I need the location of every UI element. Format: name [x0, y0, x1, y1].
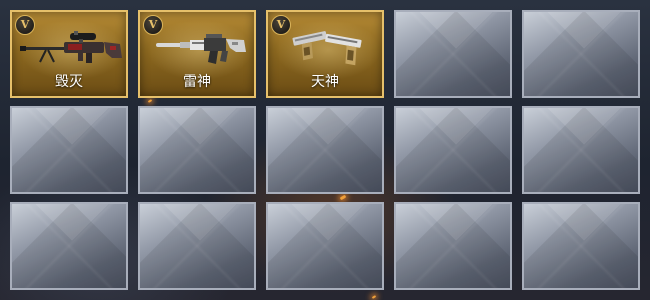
- empty-weapon-slot[interactable]: [522, 10, 640, 98]
- empty-weapon-slot[interactable]: [266, 202, 384, 290]
- empty-weapon-slot[interactable]: [394, 10, 512, 98]
- empty-weapon-slot[interactable]: [522, 202, 640, 290]
- weapon-slot-1[interactable]: V 毁灭: [10, 10, 128, 98]
- vip-badge-icon: V: [271, 15, 291, 35]
- weapon-name-label: 毁灭: [55, 74, 83, 90]
- empty-weapon-slot[interactable]: [522, 106, 640, 194]
- empty-weapon-slot[interactable]: [138, 106, 256, 194]
- empty-weapon-slot[interactable]: [10, 202, 128, 290]
- weapon-name-label: 雷神: [183, 74, 211, 90]
- vip-badge-icon: V: [15, 15, 35, 35]
- empty-weapon-slot[interactable]: [394, 202, 512, 290]
- weapon-slot-2[interactable]: V 雷神: [138, 10, 256, 98]
- vip-badge-icon: V: [143, 15, 163, 35]
- weapon-name-label: 天神: [311, 74, 339, 90]
- empty-weapon-slot[interactable]: [138, 202, 256, 290]
- empty-weapon-slot[interactable]: [394, 106, 512, 194]
- weapon-slot-3[interactable]: V 天神: [266, 10, 384, 98]
- ember-particle: [371, 295, 377, 299]
- weapon-inventory-grid: V 毁灭 V 雷神 V 天神: [10, 10, 640, 290]
- empty-weapon-slot[interactable]: [10, 106, 128, 194]
- empty-weapon-slot[interactable]: [266, 106, 384, 194]
